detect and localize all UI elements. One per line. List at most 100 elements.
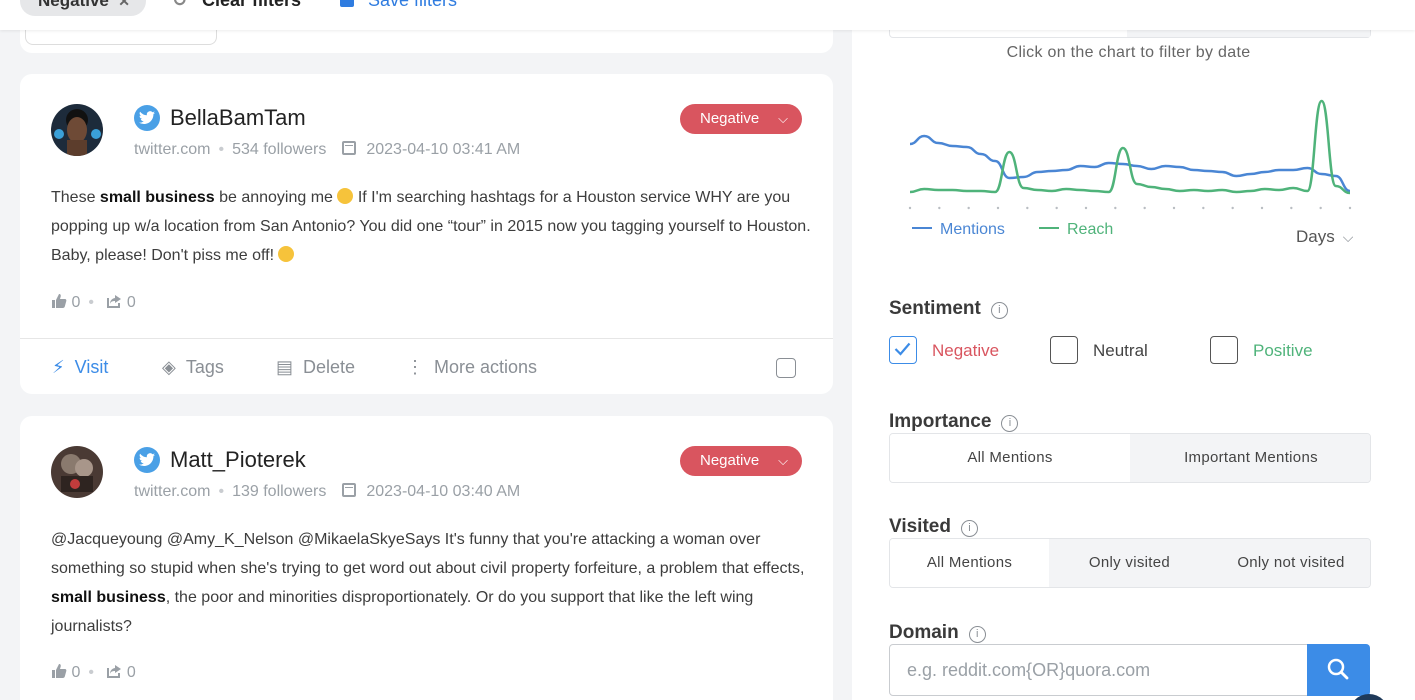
delete-button[interactable]: ▤ Delete xyxy=(276,357,355,377)
share-icon xyxy=(107,295,122,308)
info-icon[interactable]: i xyxy=(1001,415,1019,432)
save-filters-button[interactable]: Save filters xyxy=(340,0,457,10)
mention-card: BellaBamTam twitter.com • 534 followers 202… xyxy=(20,74,833,394)
x-tick-mark xyxy=(938,206,941,210)
mention-text: @Jacqueyoung @Amy_K_Nelson @MikaelaSkyeS… xyxy=(51,531,805,635)
legend-swatch-mentions xyxy=(912,227,932,229)
chevron-down-icon: ⌵ xyxy=(778,453,788,468)
mentions-feed: BellaBamTam twitter.com • 534 followers 202… xyxy=(0,0,852,700)
visited-only-visited[interactable]: Only visited xyxy=(1049,539,1210,587)
visited-toggle: All Mentions Only visited Only not visit… xyxy=(889,538,1371,588)
filters-sidebar: Click on the chart to filter by date Men… xyxy=(852,0,1415,700)
x-tick-mark xyxy=(1231,206,1234,210)
info-icon[interactable]: i xyxy=(968,626,986,643)
x-tick-mark xyxy=(908,206,912,210)
info-icon[interactable]: i xyxy=(990,302,1008,319)
thumbs-up-icon xyxy=(52,664,67,678)
visited-only-not-visited[interactable]: Only not visited xyxy=(1210,539,1370,587)
avatar[interactable] xyxy=(51,104,103,156)
source-domain[interactable]: twitter.com xyxy=(134,141,210,158)
x-tick-mark xyxy=(1055,206,1058,210)
engagement-stats: 0 • 0 xyxy=(51,663,136,683)
x-tick-mark xyxy=(1143,206,1146,210)
bolt-icon: ⚡︎ xyxy=(52,357,65,377)
mention-actions: ⚡︎ Visit ◈ Tags ▤ Delete ⋮ More actions xyxy=(20,338,833,394)
calendar-icon xyxy=(342,483,357,497)
tags-button[interactable]: ◈ Tags xyxy=(162,357,224,377)
importance-important-mentions[interactable]: Important Mentions xyxy=(1130,434,1370,482)
sentiment-section-title: Sentiment i xyxy=(889,298,1008,320)
likes-count: 0 xyxy=(71,294,81,311)
shares-count: 0 xyxy=(126,294,136,311)
legend-swatch-reach xyxy=(1039,227,1059,229)
x-tick-mark xyxy=(1348,206,1352,210)
visited-all-mentions[interactable]: All Mentions xyxy=(890,539,1049,587)
twitter-icon xyxy=(134,105,160,131)
positive-label[interactable]: Positive xyxy=(1253,341,1313,361)
laughing-emoji-icon xyxy=(278,246,295,262)
interval-select[interactable]: Days ⌵ xyxy=(1296,227,1353,247)
save-icon xyxy=(340,0,354,7)
calendar-icon xyxy=(342,141,357,155)
sentiment-badge-label: Negative xyxy=(700,452,760,469)
sentiment-badge-label: Negative xyxy=(700,110,760,127)
x-tick-mark xyxy=(1114,206,1117,210)
domain-input[interactable]: e.g. reddit.com{OR}quora.com xyxy=(889,644,1308,696)
twitter-icon xyxy=(134,447,160,473)
x-tick-mark xyxy=(1202,206,1205,210)
domain-section-title: Domain i xyxy=(889,622,986,644)
series-line-reach[interactable] xyxy=(909,99,1351,195)
visited-section-title: Visited i xyxy=(889,516,978,538)
mention-text: These small business be annoying me If I… xyxy=(51,188,811,264)
engagement-stats: 0 • 0 xyxy=(51,293,136,313)
x-tick-mark xyxy=(967,206,970,210)
close-icon[interactable]: ✕ xyxy=(118,0,130,16)
neutral-checkbox[interactable] xyxy=(1050,336,1078,364)
sentiment-badge[interactable]: Negative ⌵ xyxy=(680,446,802,476)
visit-button[interactable]: ⚡︎ Visit xyxy=(52,357,108,377)
importance-all-mentions[interactable]: All Mentions xyxy=(890,434,1130,482)
filter-bar: Negative ✕ ↻ Clear filters Save filters xyxy=(0,0,1415,30)
author-name[interactable]: Matt_Pioterek xyxy=(170,447,306,473)
author-name[interactable]: BellaBamTam xyxy=(170,105,306,131)
chart-hint: Click on the chart to filter by date xyxy=(1006,44,1251,61)
negative-checkbox[interactable] xyxy=(889,336,917,364)
neutral-label[interactable]: Neutral xyxy=(1093,341,1148,361)
x-tick-mark xyxy=(1290,206,1293,210)
avatar[interactable] xyxy=(51,446,103,498)
positive-checkbox[interactable] xyxy=(1210,336,1238,364)
x-tick-mark xyxy=(996,206,1000,210)
x-tick-mark xyxy=(1026,206,1029,210)
legend-mentions[interactable]: Mentions xyxy=(912,220,1005,240)
clear-filters-button[interactable]: ↻ Clear filters xyxy=(172,0,301,10)
legend-reach[interactable]: Reach xyxy=(1039,220,1113,240)
followers-count: 534 followers xyxy=(232,141,327,158)
x-tick-mark xyxy=(1172,206,1176,210)
importance-toggle: All Mentions Important Mentions xyxy=(889,433,1371,483)
chevron-down-icon: ⌵ xyxy=(1342,229,1354,245)
mention-date: 2023-04-10 03:40 AM xyxy=(366,483,521,500)
more-vertical-icon: ⋮ xyxy=(406,357,424,377)
negative-label[interactable]: Negative xyxy=(932,341,999,361)
select-checkbox[interactable] xyxy=(776,358,796,378)
followers-count: 139 followers xyxy=(232,483,327,500)
shares-count: 0 xyxy=(126,664,136,681)
active-filter-chip[interactable]: Negative ✕ xyxy=(20,0,146,16)
laughing-emoji-icon xyxy=(337,188,354,204)
refresh-icon: ↻ xyxy=(172,0,188,10)
share-icon xyxy=(107,665,122,678)
mentions-chart[interactable] xyxy=(900,88,1360,210)
tag-icon: ◈ xyxy=(162,357,176,377)
likes-count: 0 xyxy=(71,664,81,681)
domain-search-button[interactable] xyxy=(1307,644,1370,696)
more-actions-button[interactable]: ⋮ More actions xyxy=(406,357,537,377)
x-tick-mark xyxy=(1260,206,1264,210)
mention-meta: twitter.com • 534 followers 2023-04-10 03:4… xyxy=(134,141,521,158)
source-domain[interactable]: twitter.com xyxy=(134,483,210,500)
chevron-down-icon: ⌵ xyxy=(778,111,788,126)
x-tick-mark xyxy=(1319,206,1322,210)
sentiment-badge[interactable]: Negative ⌵ xyxy=(680,104,802,134)
thumbs-up-icon xyxy=(52,294,67,308)
mention-card: Matt_Pioterek twitter.com • 139 followers 2… xyxy=(20,416,833,700)
info-icon[interactable]: i xyxy=(960,520,978,537)
